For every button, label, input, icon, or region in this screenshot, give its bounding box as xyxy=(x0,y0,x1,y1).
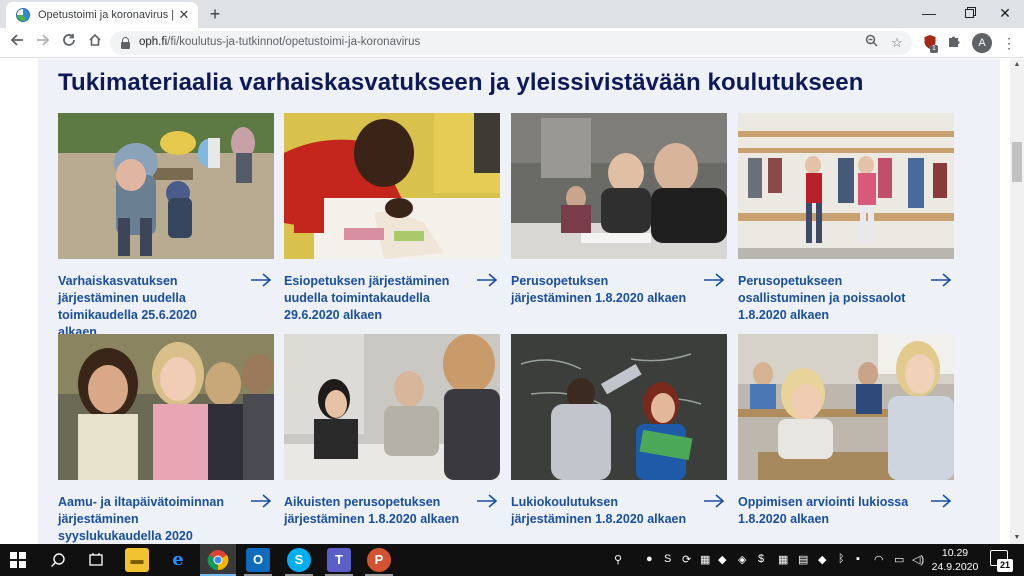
extension-badge: 1 xyxy=(930,45,938,53)
browser-tab-strip: Opetustoimi ja koronavirus | Ope ✕ + — ✕ xyxy=(0,0,1024,28)
tray-shield-icon[interactable]: ◆ xyxy=(818,553,826,566)
minimize-window-button[interactable]: — xyxy=(910,0,948,26)
students-at-desk-photo xyxy=(511,113,727,259)
notification-count-badge: 21 xyxy=(997,559,1013,572)
address-bar[interactable]: oph.fi/fi/koulutus-ja-tutkinnot/opetusto… xyxy=(110,31,912,55)
adult-students-photo xyxy=(284,334,500,480)
chalkboard-students-photo xyxy=(511,334,727,480)
school-coat-rack-photo xyxy=(738,113,954,259)
taskbar-clock[interactable]: 10.29 24.9.2020 xyxy=(930,546,980,574)
tray-skype-icon[interactable]: S xyxy=(664,553,671,565)
tray-windows-icon[interactable]: ▦ xyxy=(700,553,710,566)
card-link[interactable]: Varhaiskasvatuksen järjestäminen uudella… xyxy=(58,273,274,341)
card-link-text[interactable]: Perusopetukseen osallistuminen ja poissa… xyxy=(738,273,918,324)
zoom-icon[interactable] xyxy=(862,34,880,52)
skype-icon[interactable]: S xyxy=(287,548,311,572)
url-path: /fi/koulutus-ja-tutkinnot/opetustoimi-ja… xyxy=(167,36,421,48)
extensions-puzzle-icon[interactable] xyxy=(944,34,964,54)
outlook-icon[interactable]: O xyxy=(246,548,270,572)
browser-toolbar: oph.fi/fi/koulutus-ja-tutkinnot/opetusto… xyxy=(0,28,1024,58)
exam-classroom-photo xyxy=(738,334,954,480)
teams-icon[interactable]: T xyxy=(327,548,351,572)
browser-tab-active[interactable]: Opetustoimi ja koronavirus | Ope ✕ xyxy=(6,2,198,28)
card-link[interactable]: Aamu- ja iltapäivätoiminnan järjestämine… xyxy=(58,494,274,544)
section-title: Tukimateriaalia varhaiskasvatukseen ja y… xyxy=(58,69,864,96)
arrow-right-icon xyxy=(477,273,498,287)
reload-icon[interactable] xyxy=(58,32,80,54)
scroll-up-arrow-icon[interactable]: ▲ xyxy=(1013,61,1021,69)
close-tab-icon[interactable]: ✕ xyxy=(176,7,192,23)
tray-grid-icon[interactable]: ▤ xyxy=(798,553,808,566)
arrow-right-icon xyxy=(931,494,952,508)
file-explorer-icon[interactable]: ▬ xyxy=(125,548,149,572)
powerpoint-icon[interactable]: P xyxy=(367,548,391,572)
tray-battery-icon[interactable]: ▭ xyxy=(894,553,904,566)
card-link[interactable]: Esiopetuksen järjestäminen uudella toimi… xyxy=(284,273,500,324)
smiling-girls-photo xyxy=(58,334,274,480)
tab-title: Opetustoimi ja koronavirus | Ope xyxy=(38,9,176,21)
child-drawing-photo xyxy=(284,113,500,259)
close-window-button[interactable]: ✕ xyxy=(986,0,1024,26)
windows-start-icon[interactable] xyxy=(10,552,26,568)
chrome-browser-icon[interactable] xyxy=(206,548,230,572)
home-icon[interactable] xyxy=(84,32,106,54)
tray-security-icon[interactable]: ◈ xyxy=(738,553,746,566)
card-link-text[interactable]: Oppimisen arviointi lukiossa 1.8.2020 al… xyxy=(738,494,918,528)
clock-time: 10.29 xyxy=(941,547,969,559)
profile-avatar[interactable]: A xyxy=(972,33,992,53)
forward-arrow-icon[interactable] xyxy=(32,32,54,54)
card-link-text[interactable]: Lukiokoulutuksen järjestäminen 1.8.2020 … xyxy=(511,494,691,528)
tray-wifi-icon[interactable]: ◠ xyxy=(874,553,884,566)
card-link[interactable]: Lukiokoulutuksen järjestäminen 1.8.2020 … xyxy=(511,494,727,528)
tray-grid-icon[interactable]: ▦ xyxy=(778,553,788,566)
tray-volume-icon[interactable]: ◁) xyxy=(912,553,924,566)
card-link[interactable]: Perusopetukseen osallistuminen ja poissa… xyxy=(738,273,954,324)
page-scrollbar[interactable]: ▲ ▼ xyxy=(1010,59,1024,544)
arrow-right-icon xyxy=(477,494,498,508)
scroll-down-arrow-icon[interactable]: ▼ xyxy=(1013,534,1021,542)
oph-favicon-icon xyxy=(16,8,30,22)
scrollbar-thumb[interactable] xyxy=(1012,142,1022,182)
windows-taskbar: ▬ e O S T P ⚲ ● S ⟳ ▦ ◆ ◈ $ ▦ ▤ ◆ ᛒ ▪ ◠ … xyxy=(0,544,1024,576)
tray-app-icon[interactable]: ● xyxy=(646,553,653,565)
edge-browser-icon[interactable]: e xyxy=(166,548,190,572)
tray-app-icon[interactable]: $ xyxy=(758,553,764,565)
restore-window-button[interactable] xyxy=(950,0,988,26)
ublock-extension-icon[interactable]: 1 xyxy=(920,34,940,54)
card-link-text[interactable]: Aikuisten perusopetuksen järjestäminen 1… xyxy=(284,494,464,528)
playground-children-photo xyxy=(58,113,274,259)
card-link[interactable]: Perusopetuksen järjestäminen 1.8.2020 al… xyxy=(511,273,727,307)
tray-app-icon[interactable]: ▪ xyxy=(856,553,860,565)
page-viewport: Tukimateriaalia varhaiskasvatukseen ja y… xyxy=(0,59,1024,544)
clock-date: 24.9.2020 xyxy=(931,561,979,573)
url-domain: oph.fi xyxy=(139,36,168,48)
arrow-right-icon xyxy=(704,494,725,508)
card-link-text[interactable]: Esiopetuksen järjestäminen uudella toimi… xyxy=(284,273,464,324)
browser-menu-icon[interactable]: ⋮ xyxy=(999,33,1019,53)
card-link[interactable]: Aikuisten perusopetuksen järjestäminen 1… xyxy=(284,494,500,528)
arrow-right-icon xyxy=(251,494,272,508)
arrow-right-icon xyxy=(251,273,272,287)
arrow-right-icon xyxy=(931,273,952,287)
card-link-text[interactable]: Perusopetuksen järjestäminen 1.8.2020 al… xyxy=(511,273,691,307)
task-view-icon[interactable] xyxy=(84,548,108,572)
card-link-text[interactable]: Aamu- ja iltapäivätoiminnan järjestämine… xyxy=(58,494,238,544)
people-icon[interactable]: ⚲ xyxy=(614,553,622,566)
bookmark-star-icon[interactable]: ☆ xyxy=(888,34,906,52)
card-link[interactable]: Oppimisen arviointi lukiossa 1.8.2020 al… xyxy=(738,494,954,528)
back-arrow-icon[interactable] xyxy=(6,32,28,54)
new-tab-button[interactable]: + xyxy=(205,4,225,24)
arrow-right-icon xyxy=(704,273,725,287)
tray-app-icon[interactable]: ◆ xyxy=(718,553,726,566)
tray-sync-icon[interactable]: ⟳ xyxy=(682,553,691,566)
tray-bluetooth-icon[interactable]: ᛒ xyxy=(838,553,845,565)
url-text: oph.fi/fi/koulutus-ja-tutkinnot/opetusto… xyxy=(139,36,420,48)
lock-icon xyxy=(121,37,130,49)
search-icon[interactable] xyxy=(46,548,70,572)
card-link-text[interactable]: Varhaiskasvatuksen järjestäminen uudella… xyxy=(58,273,238,341)
